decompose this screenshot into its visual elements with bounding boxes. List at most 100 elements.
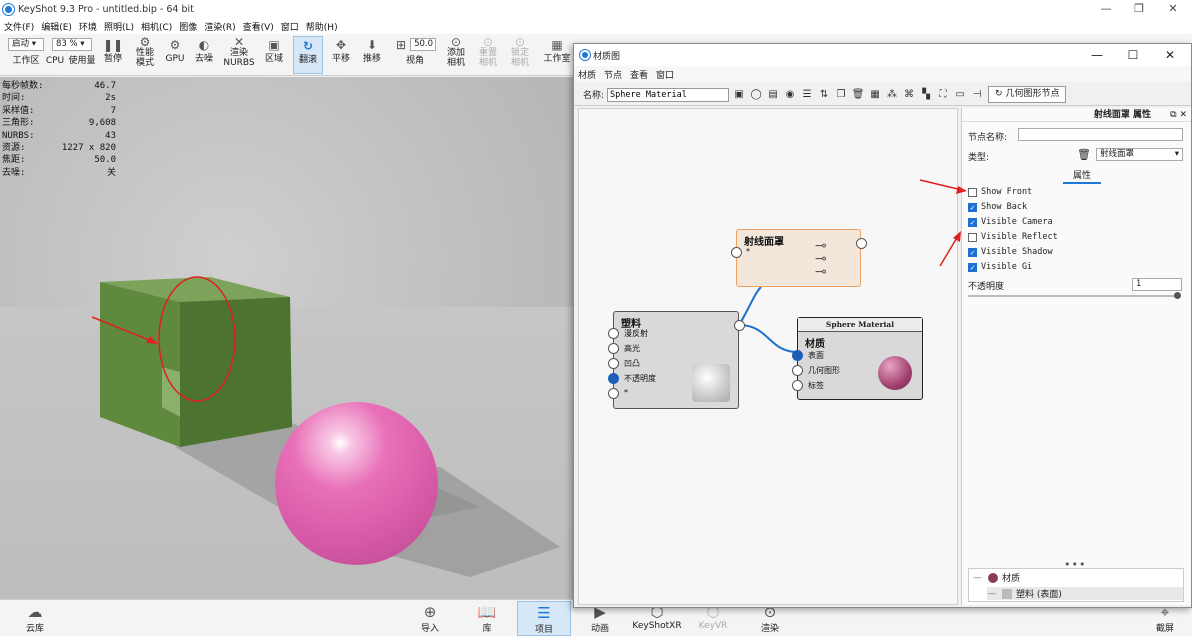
opacity-slider-track[interactable] (968, 295, 1178, 297)
wireframe-output-port[interactable] (856, 238, 867, 249)
material-output-node[interactable]: Sphere Material 材质 表面 几何图形 标签 (792, 317, 923, 400)
tumble-button[interactable]: ↻ 翻滚 (293, 36, 323, 74)
render-nurbs-button[interactable]: ✕ 渲染 NURBS (222, 36, 256, 74)
material-minimize-button[interactable]: — (1079, 44, 1115, 66)
wireframe-input-port[interactable] (731, 247, 742, 258)
menu-window[interactable]: 窗口 (656, 68, 674, 81)
import-button[interactable]: ⊕ 导入 (405, 601, 455, 636)
plastic-node-icon (1002, 588, 1012, 599)
menu-lighting[interactable]: 照明(L) (104, 20, 134, 33)
restore-button[interactable]: ❐ (1122, 0, 1156, 18)
material-tree: — 材质 — 塑料 (表面) (968, 568, 1184, 602)
menu-view[interactable]: 查看(V) (243, 20, 274, 33)
menu-view[interactable]: 查看 (630, 68, 648, 81)
performance-mode-button[interactable]: ⚙ 性能 模式 (130, 36, 160, 74)
grid-icon[interactable]: ▦ (868, 88, 882, 102)
material-maximize-button[interactable]: ☐ (1115, 44, 1151, 66)
plastic-node[interactable]: 塑料 漫反射 高光 凹凸 不透明度 * (608, 311, 745, 409)
plastic-output-port[interactable] (734, 320, 745, 331)
workshop-button[interactable]: ▦ 工作室 (540, 36, 574, 74)
render-viewport[interactable]: 每秒帧数: 46.7 时间: 2s 采样值: 7 三角形: 9,608 NURBS: 43… (0, 77, 575, 599)
menu-image[interactable]: 图像 (179, 20, 197, 33)
menu-file[interactable]: 文件(F) (4, 20, 34, 33)
trash-icon[interactable]: 🗑 (1077, 148, 1091, 161)
dolly-icon: ⬇ (366, 38, 378, 52)
menu-render[interactable]: 渲染(R) (204, 20, 235, 33)
material-port-surface[interactable] (792, 350, 803, 361)
pause-icon: ❚❚ (102, 38, 124, 52)
region-button[interactable]: ▣ 区域 (260, 36, 288, 74)
node-name-input[interactable] (1018, 128, 1183, 141)
tree-item-material[interactable]: — 材质 (973, 571, 1020, 584)
library-button[interactable]: 📖 库 (462, 601, 512, 636)
denoise-button[interactable]: ◐ 去噪 (190, 36, 218, 74)
geometry-node-button[interactable]: ↻ 几何图形节点 (988, 86, 1067, 103)
plastic-port-opacity[interactable] (608, 373, 619, 384)
fov-input[interactable]: 50.0 (410, 38, 436, 51)
tree-item-plastic[interactable]: — 塑料 (表面) (987, 587, 1183, 600)
plastic-port-bump-label: 凹凸 (624, 359, 640, 368)
zoom-100-icon[interactable]: ▭ (953, 88, 967, 102)
minimize-button[interactable]: — (1089, 0, 1123, 18)
menu-node[interactable]: 节点 (604, 68, 622, 81)
dolly-button[interactable]: ⬇ 推移 (358, 36, 386, 74)
cloud-library-button[interactable]: ☁ 云库 (10, 601, 60, 636)
plastic-port-specular[interactable] (608, 343, 619, 354)
delete-icon[interactable]: 🗑 (851, 88, 865, 102)
opacity-slider-handle[interactable] (1174, 292, 1181, 299)
menu-help[interactable]: 帮助(H) (306, 20, 338, 33)
sphere-preview-icon[interactable]: ◯ (749, 88, 763, 102)
name-label: 名称: (583, 91, 605, 101)
menu-environment[interactable]: 环境 (79, 20, 97, 33)
lock-camera-button[interactable]: ⊙ 锁定 相机 (505, 36, 535, 74)
tab-properties[interactable]: 属性 (1063, 168, 1101, 184)
visible-shadow-checkbox[interactable]: ✓ Visible Shadow (968, 247, 1053, 257)
gpu-button[interactable]: ⚙ GPU (162, 36, 188, 74)
plastic-port-diffuse[interactable] (608, 328, 619, 339)
zoom-select[interactable]: 83 % ▾ (52, 38, 92, 51)
pause-button[interactable]: ❚❚ 暂停 (100, 36, 126, 74)
opacity-input[interactable]: 1 (1132, 278, 1182, 291)
panel-close-icon[interactable]: ⧉ ✕ (1170, 108, 1187, 122)
menu-camera[interactable]: 相机(C) (141, 20, 172, 33)
reset-camera-button[interactable]: ⊙ 重置 相机 (473, 36, 503, 74)
split-icon[interactable]: ⊣ (970, 88, 984, 102)
nodes-icon[interactable]: ⁂ (885, 88, 899, 102)
material-name-input[interactable] (607, 87, 730, 102)
opacity-label: 不透明度 (968, 282, 1005, 292)
project-button[interactable]: ☰ 项目 (517, 601, 571, 636)
close-button[interactable]: ✕ (1156, 0, 1190, 18)
add-camera-button[interactable]: ⊙ 添加 相机 (441, 36, 471, 74)
plastic-port-diffuse-label: 漫反射 (624, 329, 648, 338)
sliders-icon[interactable]: ☰ (800, 88, 814, 102)
type-select[interactable]: 射线面罩 ▾ (1096, 148, 1183, 161)
material-close-button[interactable]: ✕ (1152, 44, 1188, 66)
save-icon[interactable]: ▣ (732, 88, 746, 102)
copy-icon[interactable]: ❐ (834, 88, 848, 102)
visible-reflect-checkbox[interactable]: Visible Reflect (968, 232, 1058, 242)
annotation-arrows (919, 179, 967, 267)
visible-camera-checkbox[interactable]: ✓ Visible Camera (968, 217, 1053, 227)
fit-icon[interactable]: ⛶ (936, 88, 950, 102)
properties-panel: 射线面罩 属性 ⧉ ✕ 节点名称: 类型: 🗑 射线面罩 ▾ 属性 Show Fro… (961, 108, 1191, 605)
wireframe-port-label: * (746, 247, 750, 256)
group-icon[interactable]: ⌘ (902, 88, 916, 102)
target-icon[interactable]: ◉ (783, 88, 797, 102)
menu-edit[interactable]: 编辑(E) (41, 20, 72, 33)
plastic-port-bump[interactable] (608, 358, 619, 369)
wireframe-node[interactable]: 射线面罩 * ⊸ ⊸ ⊸ (731, 229, 867, 287)
plastic-port-extra[interactable] (608, 388, 619, 399)
menu-material[interactable]: 材质 (578, 68, 596, 81)
workspace-select[interactable]: 启动 ▾ (8, 38, 44, 51)
layout-icon[interactable]: ▚ (919, 88, 933, 102)
gallery-icon[interactable]: ▤ (766, 88, 780, 102)
project-list-icon: ☰ (537, 604, 551, 622)
material-node-header: Sphere Material (798, 318, 922, 332)
menu-window[interactable]: 窗口 (281, 20, 299, 33)
material-port-geometry[interactable] (792, 365, 803, 376)
material-port-label[interactable] (792, 380, 803, 391)
adjust-icon[interactable]: ⇅ (817, 88, 831, 102)
gpu-icon: ⚙ (169, 38, 181, 52)
pan-button[interactable]: ✥ 平移 (327, 36, 355, 74)
book-icon: 📖 (477, 603, 497, 621)
